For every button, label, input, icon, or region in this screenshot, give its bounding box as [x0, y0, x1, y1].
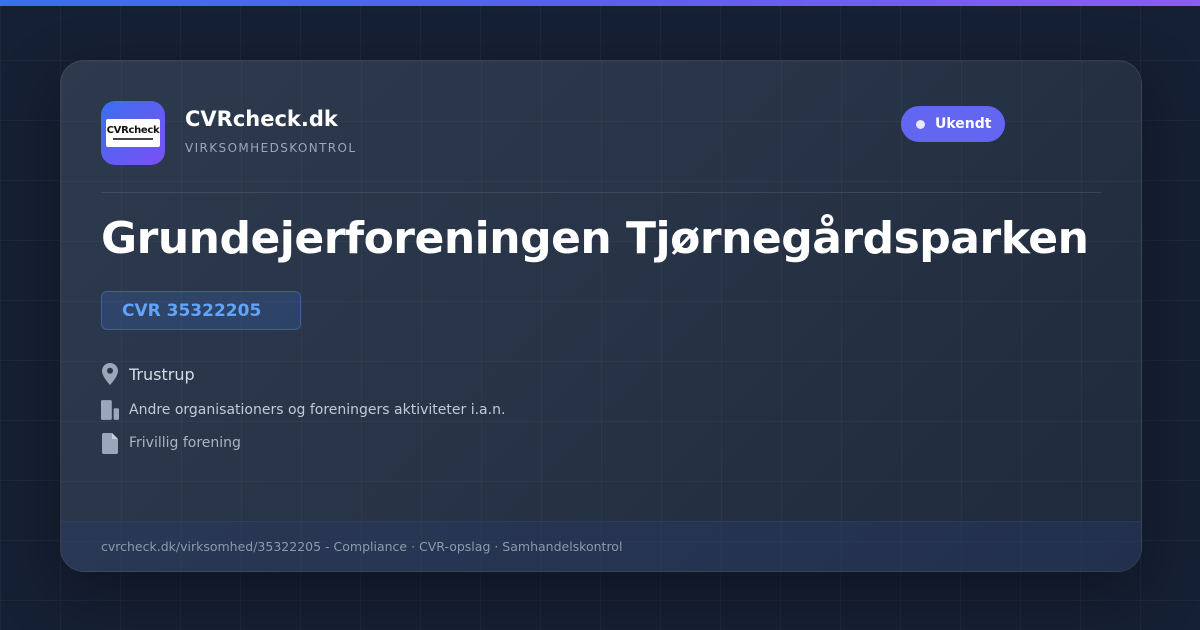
document-icon [101, 432, 119, 454]
status-label: Ukendt [935, 116, 992, 132]
cvr-number: CVR 35322205 [122, 300, 262, 321]
company-form-text: Frivillig forening [129, 435, 241, 451]
company-form-row: Frivillig forening [101, 432, 241, 454]
status-badge: Ukendt [901, 106, 1005, 142]
cvr-pill: CVR 35322205 [101, 291, 301, 330]
top-accent-bar [0, 0, 1200, 6]
logo-underline [113, 138, 153, 140]
footer-text: cvrcheck.dk/virksomhed/35322205 - Compli… [101, 539, 623, 554]
industry-row: Andre organisationers og foreningers akt… [101, 399, 505, 421]
company-name: Grundejerforeningen Tjørnegårdsparken [101, 213, 1089, 264]
location-row: Trustrup [101, 363, 195, 385]
logo-text: CVRcheck [106, 125, 160, 136]
footer-bar: cvrcheck.dk/virksomhed/35322205 - Compli… [61, 521, 1141, 571]
logo-badge: CVRcheck [106, 119, 160, 147]
status-dot-icon [916, 119, 925, 129]
company-card: CVRcheck CVRcheck.dk VIRKSOMHEDSKONTROL … [60, 60, 1142, 572]
brand-logo: CVRcheck [101, 101, 165, 165]
brand-name: CVRcheck.dk [185, 107, 338, 131]
industry-text: Andre organisationers og foreningers akt… [129, 402, 506, 418]
building-icon [101, 399, 119, 421]
brand-tagline: VIRKSOMHEDSKONTROL [185, 141, 357, 155]
header-divider [101, 192, 1101, 193]
map-pin-icon [101, 363, 119, 385]
location-text: Trustrup [129, 364, 195, 384]
